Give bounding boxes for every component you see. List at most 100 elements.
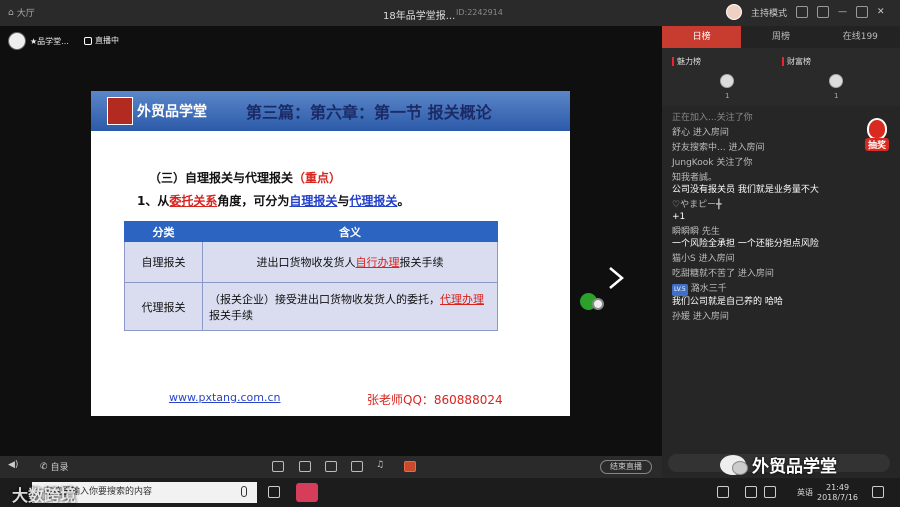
- tab-daily[interactable]: 日榜: [662, 26, 742, 48]
- chat-list: 正在加入...关注了你 舒心 进入房间 好友搜索中... 进入房间 JungKook …: [672, 112, 852, 326]
- chat-user-name[interactable]: LV.5 潞水三千: [672, 283, 852, 296]
- maximize-icon[interactable]: [856, 6, 869, 18]
- gift-icon[interactable]: [404, 461, 416, 472]
- chat-user-name[interactable]: 瞬瞬瞬 先生: [672, 226, 852, 238]
- minimize-icon[interactable]: —: [838, 7, 847, 17]
- slide-line: 1、从委托关系角度，可分为自理报关与代理报关。: [137, 192, 409, 209]
- cell-part: 代理办理: [440, 292, 484, 306]
- chat-message: 吃甜糖就不苦了 进入房间: [672, 269, 774, 279]
- chat-message: 正在加入...关注了你: [672, 113, 753, 123]
- edit-icon[interactable]: [351, 461, 363, 472]
- chat-text: +1: [672, 212, 686, 222]
- anchor-name: ★品学堂...: [30, 36, 69, 46]
- presentation-slide: 外贸品学堂 第三篇：第六章：第一节 报关概论 （三）自理报关与代理报关（重点） …: [91, 91, 570, 416]
- slide-contact: 张老师QQ：860888024: [367, 393, 503, 407]
- settings-icon[interactable]: [796, 6, 809, 18]
- chat-user-name-text: 潞水三千: [690, 284, 727, 294]
- chat-message: JungKook 关注了你: [672, 158, 753, 168]
- anchor-info[interactable]: ★品学堂...: [8, 32, 69, 50]
- chat-message: 知我者誠。 公司没有报关员 我们就是业务量不大: [672, 172, 852, 196]
- side-panel: 日榜 周榜 在线199 魅力榜 财富榜 1 1 正在加入...关注了你 舒心 进入…: [662, 26, 900, 478]
- chat-user-name-text: 瞬瞬瞬 先生: [672, 227, 720, 237]
- clock[interactable]: 21:49 2018/7/16: [817, 483, 858, 503]
- line-part: 委托关系: [169, 194, 218, 208]
- close-icon[interactable]: ✕: [877, 7, 885, 17]
- charm-rank-label[interactable]: 魅力榜: [672, 56, 701, 67]
- next-slide-icon[interactable]: [606, 266, 626, 290]
- chat-message: 瞬瞬瞬 先生一个风险全承担 一个还能分担点风险: [672, 226, 852, 250]
- table-cell: 进出口货物收发货人自行办理报关手续: [202, 241, 498, 283]
- live-icon: [84, 36, 92, 45]
- rank-board: 魅力榜 财富榜 1 1: [662, 48, 900, 106]
- classification-table: 分类 含义 自理报关 进出口货物收发货人自行办理报关手续 代理报关 （报关企业）…: [124, 221, 498, 331]
- rank-number: 1: [834, 92, 839, 100]
- title-bar: ⌂ 大厅 18年品学堂报... ID:2242914 主持模式 — ✕: [0, 0, 900, 26]
- slide-heading: （三）自理报关与代理报关（重点）: [149, 169, 341, 186]
- user-avatar[interactable]: [726, 4, 742, 20]
- mic-label: 自录: [50, 463, 69, 473]
- input-method[interactable]: 英语: [797, 487, 813, 498]
- table-cell: （报关企业）接受进出口货物收发货人的委托，代理办理报关手续: [202, 282, 498, 331]
- line-part: 自理报关: [289, 194, 338, 208]
- chat-message: 舒心 进入房间: [672, 128, 729, 138]
- tab-online[interactable]: 在线199: [821, 26, 900, 48]
- lobby-label: 大厅: [16, 9, 35, 19]
- microphone-icon[interactable]: [325, 461, 337, 472]
- line-part: 。: [397, 194, 410, 208]
- control-bar: ◀) ✆ 自录 ♫ 结束直播: [0, 456, 662, 478]
- rank-number: 1: [725, 92, 730, 100]
- camera-icon[interactable]: [272, 461, 284, 472]
- notification-icon[interactable]: [872, 486, 884, 498]
- wealth-rank-label[interactable]: 财富榜: [782, 56, 811, 67]
- chat-text: 我们公司就是自己养的 哈哈: [672, 297, 783, 307]
- camera-toggle-icon[interactable]: [592, 298, 604, 310]
- slide-url: www.pxtang.com.cn: [169, 391, 281, 404]
- windows-taskbar: 在这里输入你要搜索的内容 英语 21:49 2018/7/16: [0, 478, 900, 507]
- chat-text: 一个风险全承担 一个还能分担点风险: [672, 239, 819, 249]
- task-view-icon[interactable]: [268, 486, 280, 498]
- lottery-button[interactable]: 抽奖: [862, 118, 892, 156]
- live-broadcast-app: ⌂ 大厅 18年品学堂报... ID:2242914 主持模式 — ✕ ★品学堂…: [0, 0, 900, 507]
- lobby-button[interactable]: ⌂ 大厅: [8, 6, 35, 20]
- table-cell: 自理报关: [124, 241, 203, 283]
- rank-tabs: 日榜 周榜 在线199: [662, 26, 900, 48]
- end-live-button[interactable]: 结束直播: [600, 460, 652, 474]
- watermark-text: 外贸品学堂: [752, 457, 837, 477]
- network-icon[interactable]: [764, 486, 776, 498]
- rank-avatar[interactable]: [720, 74, 734, 88]
- voice-search-icon[interactable]: [241, 486, 247, 497]
- rank-avatar[interactable]: [829, 74, 843, 88]
- table-header: 含义: [202, 221, 498, 242]
- rank-left-text: 魅力榜: [677, 57, 701, 66]
- slide-header: 外贸品学堂 第三篇：第六章：第一节 报关概论: [91, 91, 570, 131]
- rank-right-text: 财富榜: [787, 57, 811, 66]
- chat-user-name[interactable]: 知我者誠。: [672, 172, 852, 184]
- chat-user-name-text: ♡やまピー╋: [672, 200, 722, 210]
- tab-weekly[interactable]: 周榜: [741, 26, 820, 48]
- table-header: 分类: [124, 221, 203, 242]
- room-id: ID:2242914: [456, 8, 503, 17]
- rank-marker-icon: [672, 57, 674, 66]
- music-icon[interactable]: ♫: [376, 460, 384, 470]
- corner-watermark: 大数跨境: [12, 486, 77, 505]
- cell-part: 进出口货物收发货人: [256, 256, 356, 269]
- live-status-label: 直播中: [95, 36, 119, 45]
- volume-icon[interactable]: ◀): [8, 460, 18, 470]
- battery-icon[interactable]: [745, 486, 757, 498]
- people-icon[interactable]: [717, 486, 729, 498]
- share-icon[interactable]: [817, 6, 830, 18]
- chat-message: LV.5 潞水三千 我们公司就是自己养的 哈哈: [672, 283, 852, 308]
- table-row: 自理报关 进出口货物收发货人自行办理报关手续: [124, 241, 498, 283]
- chat-user-name[interactable]: ♡やまピー╋: [672, 199, 852, 211]
- host-mode-label[interactable]: 主持模式: [751, 6, 787, 19]
- chat-message: 孙媛 进入房间: [672, 312, 729, 322]
- video-stage: ★品学堂... 直播中 外贸品学堂 第三篇：第六章：第一节 报关概论 （三）自理…: [0, 26, 662, 456]
- mic-control[interactable]: ✆ 自录: [40, 460, 69, 474]
- taskbar-app-icon[interactable]: [296, 483, 318, 502]
- cell-part: 报关手续: [209, 308, 253, 322]
- titlebar-controls: 主持模式 — ✕: [726, 4, 885, 20]
- table-cell: 代理报关: [124, 282, 203, 331]
- level-badge: LV.5: [672, 284, 688, 296]
- clock-time: 21:49: [825, 483, 850, 492]
- screen-icon[interactable]: [299, 461, 311, 472]
